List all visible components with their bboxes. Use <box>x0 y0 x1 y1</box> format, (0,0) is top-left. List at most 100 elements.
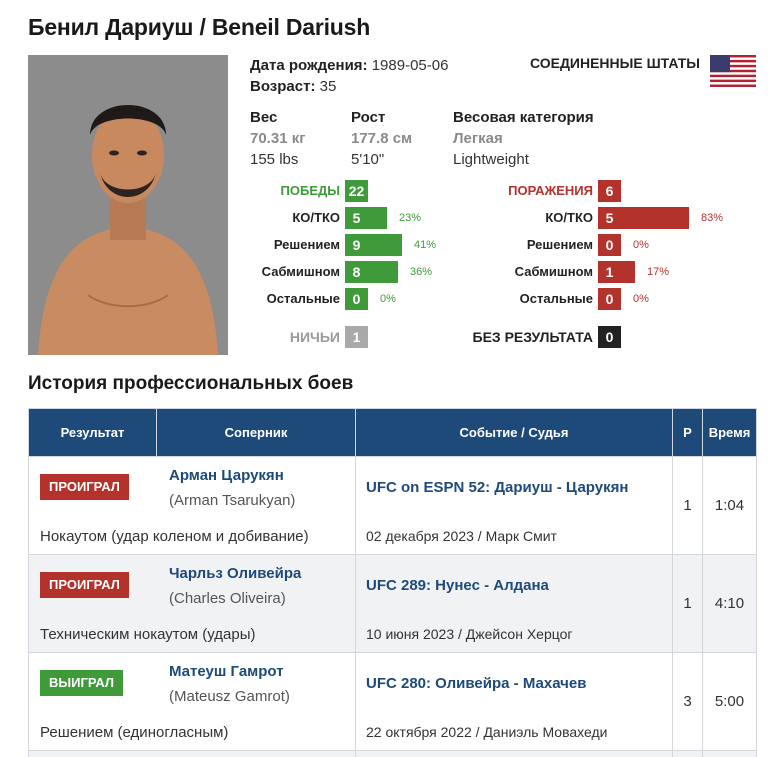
time-cell <box>702 750 757 757</box>
fighter-photo <box>28 55 228 355</box>
weight-label: Вес <box>250 109 278 126</box>
event-link[interactable]: UFC on ESPN 52: Дариуш - Царукян <box>366 479 628 496</box>
event-date-referee: 22 октября 2022 / Даниэль Мовахеди <box>366 724 608 740</box>
weight-class-column: Весовая категория Легкая Lightweight <box>453 107 594 170</box>
event-cell: UFC 280: Оливейра - Махачев 22 октября 2… <box>355 652 673 751</box>
losses-row-label: КО/ТКО <box>545 210 593 225</box>
losses-row-count: 0 <box>598 288 621 310</box>
header-opponent: Соперник <box>156 408 356 457</box>
table-row: ПРОИГРАЛ Арман Царукян (Arman Tsarukyan)… <box>28 456 757 555</box>
losses-row-pct: 0% <box>633 239 649 251</box>
weight-class-en: Lightweight <box>453 151 529 168</box>
wins-row-count: 8 <box>345 261 368 283</box>
wins-row-label: Решением <box>273 237 340 252</box>
fight-method: Техническим нокаутом (удары) <box>40 626 256 643</box>
losses-row-count: 5 <box>598 207 621 229</box>
wins-row-count: 9 <box>345 234 368 256</box>
weight-class-label: Весовая категория <box>453 109 594 126</box>
round-cell <box>672 750 703 757</box>
event-link[interactable]: UFC 280: Оливейра - Махачев <box>366 675 586 692</box>
no-contest-count: 0 <box>598 326 621 348</box>
losses-row-pct: 17% <box>647 266 670 278</box>
weight-kg: 70.31 кг <box>250 130 306 147</box>
wins-label: ПОБЕДЫ <box>280 183 340 198</box>
fight-method: Решением (единогласным) <box>40 724 229 741</box>
losses-row-pct: 0% <box>633 293 649 305</box>
losses-total: 6 <box>598 180 621 202</box>
result-badge: ПРОИГРАЛ <box>40 572 129 598</box>
time-cell: 1:04 <box>702 456 757 555</box>
wins-row-pct: 0% <box>380 293 396 305</box>
losses-row-bar <box>621 261 635 283</box>
weight-column: Вес 70.31 кг 155 lbs <box>250 107 305 170</box>
wins-row-bar <box>368 234 402 256</box>
age-line: Возраст: 35 <box>250 78 336 95</box>
fight-method: Нокаутом (удар коленом и добивание) <box>40 528 309 545</box>
wins-row-pct: 41% <box>414 239 437 251</box>
wins-total: 22 <box>345 180 368 202</box>
us-flag-icon <box>710 55 756 87</box>
wins-row-label: Остальные <box>266 291 340 306</box>
draws-count: 1 <box>345 326 368 348</box>
losses-row-count: 1 <box>598 261 621 283</box>
result-badge: ПРОИГРАЛ <box>40 474 129 500</box>
event-link[interactable]: UFC 289: Нунес - Алдана <box>366 577 549 594</box>
wins-row-pct: 36% <box>410 266 433 278</box>
height-ft: 5'10" <box>351 151 385 168</box>
opponent-link[interactable]: Чарльз Оливейра <box>169 565 301 582</box>
fight-history-table: Результат Соперник Событие / Судья Р Вре… <box>28 408 757 757</box>
table-header-row: Результат Соперник Событие / Судья Р Вре… <box>28 408 757 457</box>
losses-row-label: Сабмишном <box>514 264 593 279</box>
opponent-latin-name: (Charles Oliveira) <box>169 590 286 607</box>
height-label: Рост <box>351 109 386 126</box>
result-opponent-cell: ПРОИГРАЛ Чарльз Оливейра (Charles Olivei… <box>28 554 356 653</box>
losses-row-count: 0 <box>598 234 621 256</box>
wins-row-bar <box>368 207 387 229</box>
dob-line: Дата рождения: 1989-05-06 <box>250 57 448 74</box>
table-row: ВЫИГРАЛ Матеуш Гамрот (Mateusz Gamrot) Р… <box>28 652 757 751</box>
event-cell: UFC on ESPN 52: Дариуш - Царукян 02 дека… <box>355 456 673 555</box>
age-value: 35 <box>319 78 337 95</box>
page-title: Бенил Дариуш / Beneil Dariush <box>28 14 371 40</box>
dob-value: 1989-05-06 <box>371 57 449 74</box>
history-title: История профессиональных боев <box>28 373 354 394</box>
height-column: Рост 177.8 см 5'10" <box>351 107 412 170</box>
result-opponent-cell <box>28 750 356 757</box>
opponent-link[interactable]: Арман Царукян <box>169 467 284 484</box>
losses-row-pct: 83% <box>701 212 724 224</box>
wins-row-label: КО/ТКО <box>292 210 340 225</box>
time-cell: 5:00 <box>702 652 757 751</box>
losses-row-label: Остальные <box>519 291 593 306</box>
result-opponent-cell: ВЫИГРАЛ Матеуш Гамрот (Mateusz Gamrot) Р… <box>28 652 356 751</box>
result-badge: ВЫИГРАЛ <box>40 670 124 696</box>
header-time: Время <box>702 408 757 457</box>
time-cell: 4:10 <box>702 554 757 653</box>
round-cell: 3 <box>672 652 703 751</box>
wins-row-count: 0 <box>345 288 368 310</box>
event-cell <box>355 750 673 757</box>
wins-row-label: Сабмишном <box>261 264 340 279</box>
header-round: Р <box>672 408 703 457</box>
wins-row-count: 5 <box>345 207 368 229</box>
dob-label: Дата рождения: <box>250 57 368 74</box>
weight-lbs: 155 lbs <box>250 151 299 168</box>
table-row: ПРОИГРАЛ Чарльз Оливейра (Charles Olivei… <box>28 554 757 653</box>
opponent-latin-name: (Arman Tsarukyan) <box>169 492 296 509</box>
round-cell: 1 <box>672 456 703 555</box>
losses-row-bar <box>621 207 689 229</box>
result-opponent-cell: ПРОИГРАЛ Арман Царукян (Arman Tsarukyan)… <box>28 456 356 555</box>
losses-label: ПОРАЖЕНИЯ <box>508 183 593 198</box>
no-contest-label: БЕЗ РЕЗУЛЬТАТА <box>472 329 593 345</box>
event-date-referee: 10 июня 2023 / Джейсон Херцог <box>366 626 573 642</box>
wins-row-bar <box>368 261 398 283</box>
wins-row-pct: 23% <box>399 212 422 224</box>
event-date-referee: 02 декабря 2023 / Марк Смит <box>366 528 557 544</box>
weight-class-ru: Легкая <box>453 130 503 147</box>
header-result: Результат <box>28 408 157 457</box>
opponent-link[interactable]: Матеуш Гамрот <box>169 663 284 680</box>
age-label: Возраст: <box>250 78 316 95</box>
opponent-latin-name: (Mateusz Gamrot) <box>169 688 290 705</box>
table-row <box>28 750 757 757</box>
height-cm: 177.8 см <box>351 130 413 147</box>
losses-row-label: Решением <box>526 237 593 252</box>
